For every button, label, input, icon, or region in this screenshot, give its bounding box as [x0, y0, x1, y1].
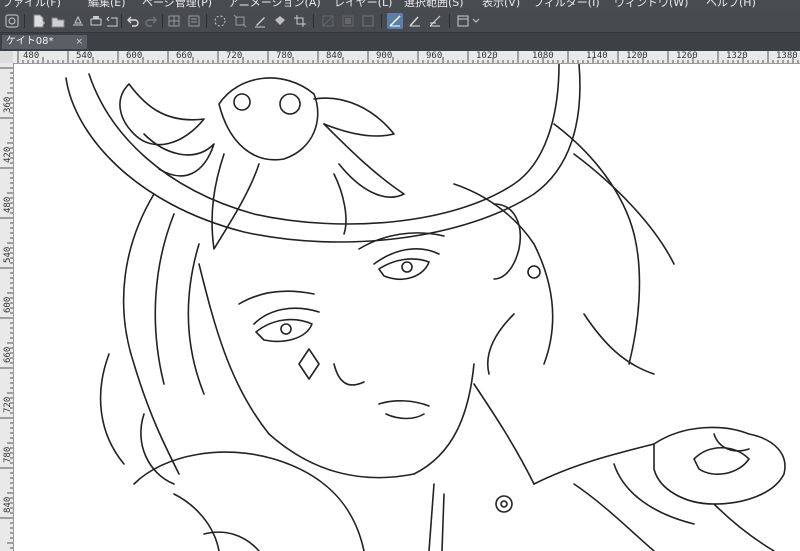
selection-icon[interactable]: [360, 13, 376, 29]
menu-file[interactable]: ファイル(F): [2, 0, 61, 10]
ruler-label: 540: [3, 246, 13, 263]
chevron-down-icon[interactable]: [471, 13, 481, 29]
ruler-label: 660: [176, 51, 193, 61]
snap-special-ruler-icon[interactable]: [407, 13, 423, 29]
crop-icon[interactable]: [292, 13, 308, 29]
ruler-label: 840: [3, 496, 13, 513]
ruler-label: 720: [3, 396, 13, 413]
tab-title: ケイト08*: [6, 36, 54, 47]
layer-property-icon[interactable]: [166, 13, 182, 29]
ruler-label: 840: [326, 51, 343, 61]
ruler-label: 480: [23, 51, 40, 61]
menu-layer[interactable]: レイヤー(L): [334, 0, 392, 10]
menu-window[interactable]: ウィンドウ(W): [614, 0, 688, 10]
ruler-label: 480: [3, 196, 13, 213]
menu-animation[interactable]: アニメーション(A): [228, 0, 321, 10]
ruler-label: 1140: [586, 51, 608, 61]
menu-filter[interactable]: フィルター(I): [533, 0, 600, 10]
ruler-label: 660: [3, 346, 13, 363]
ruler-label: 900: [376, 51, 393, 61]
open-folder-icon[interactable]: [50, 13, 66, 29]
document-tabs: ケイト08* ×: [0, 33, 800, 50]
menu-help[interactable]: ヘルプ(H): [706, 0, 756, 10]
clear-outside-icon[interactable]: [320, 13, 336, 29]
ruler-label: 960: [426, 51, 443, 61]
app-logo-icon[interactable]: [4, 13, 20, 29]
ruler-label: 1320: [726, 51, 748, 61]
ruler-label: 1260: [676, 51, 698, 61]
ruler-label: 1080: [532, 51, 554, 61]
menu-page[interactable]: ページ管理(P): [142, 0, 212, 10]
save-icon[interactable]: [70, 13, 86, 29]
spinner-icon[interactable]: [212, 13, 228, 29]
menu-view[interactable]: 表示(V): [482, 0, 520, 10]
tab-document[interactable]: ケイト08* ×: [2, 35, 87, 49]
ruler-label: 1200: [626, 51, 648, 61]
page-icon[interactable]: [455, 13, 471, 29]
fill-icon[interactable]: [272, 13, 288, 29]
clear-inside-icon[interactable]: [340, 13, 356, 29]
drawing-canvas[interactable]: [14, 64, 800, 551]
ruler-label: 420: [3, 146, 13, 163]
menu-bar: ファイル(F) 編集(E) ページ管理(P) アニメーション(A) レイヤー(L…: [0, 0, 800, 10]
ruler-label: 1380: [776, 51, 798, 61]
undo-icon[interactable]: [125, 13, 141, 29]
command-bar: [0, 10, 800, 33]
line-art-illustration: [65, 64, 786, 551]
ruler-label: 600: [3, 296, 13, 313]
ruler-label: 720: [226, 51, 243, 61]
ruler-corner: [0, 51, 13, 63]
menu-selection[interactable]: 選択範囲(S): [404, 0, 464, 10]
ruler-label: 780: [3, 446, 13, 463]
print-icon[interactable]: [88, 13, 104, 29]
ruler-label: 1020: [476, 51, 498, 61]
new-file-icon[interactable]: [30, 13, 46, 29]
ruler-label: 780: [276, 51, 293, 61]
layer-palette-icon[interactable]: [186, 13, 202, 29]
snap-ruler-icon[interactable]: [387, 13, 403, 29]
snap-grid-icon[interactable]: [427, 13, 443, 29]
transform-icon[interactable]: [232, 13, 248, 29]
horizontal-ruler[interactable]: 480 540 600 660 720 780 840 900 960 1020…: [13, 51, 800, 64]
ruler-label: 540: [76, 51, 93, 61]
menu-edit[interactable]: 編集(E): [88, 0, 126, 10]
ruler-label: 360: [3, 96, 13, 113]
pen-icon[interactable]: [252, 13, 268, 29]
ruler-label: 600: [126, 51, 143, 61]
export-icon[interactable]: [104, 13, 120, 29]
redo-icon[interactable]: [143, 13, 159, 29]
vertical-ruler[interactable]: 360 420 480 540 600 660 720 780 840: [0, 63, 14, 551]
close-icon[interactable]: ×: [75, 35, 83, 49]
